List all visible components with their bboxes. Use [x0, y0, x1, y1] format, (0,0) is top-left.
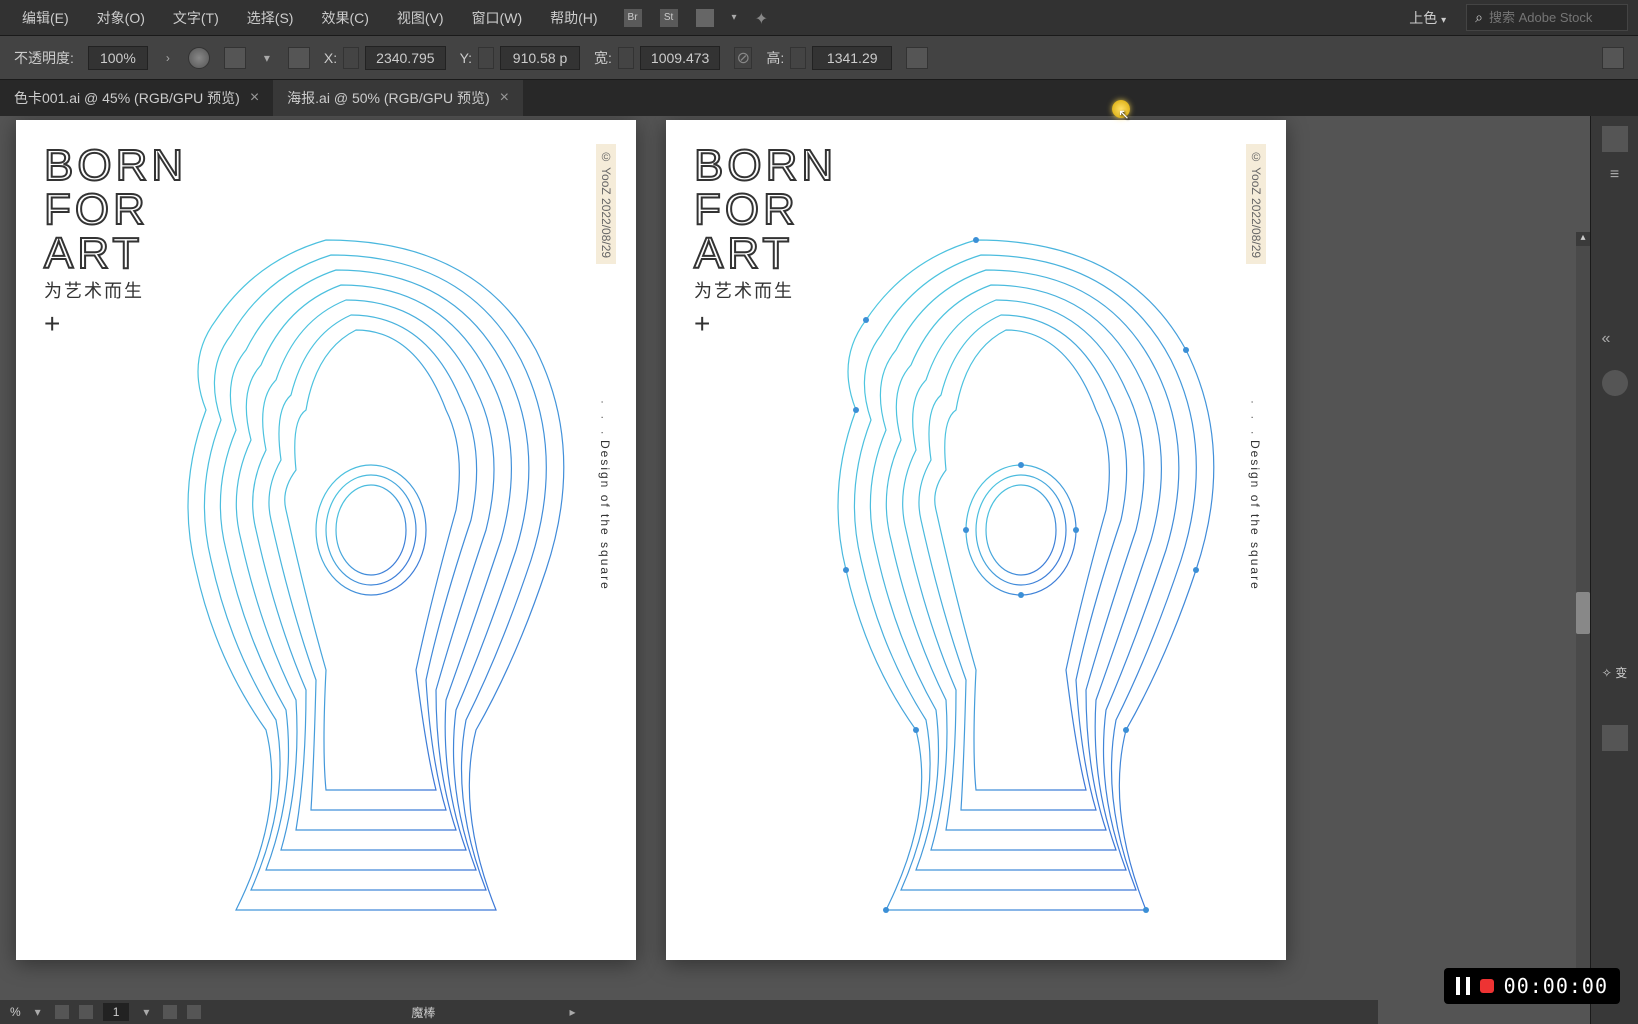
scale-corners-icon[interactable]	[906, 47, 928, 69]
status-bar: % ▾ 1 ▾ 魔棒 ▸	[0, 1000, 1378, 1024]
transform-panel-icon[interactable]: ✧ 变	[1602, 664, 1627, 681]
poster-line1: BORN	[44, 144, 187, 188]
y-value[interactable]: 910.58 p	[500, 46, 580, 70]
align-icon[interactable]	[288, 47, 310, 69]
h-value[interactable]: 1341.29	[812, 46, 892, 70]
x-field: X: 2340.795	[324, 46, 446, 70]
screen-recorder: 00:00:00	[1444, 968, 1620, 1004]
menu-app-icons: Br St ▾ ✦	[624, 9, 773, 27]
artboard-number[interactable]: 1	[103, 1003, 130, 1021]
panel-expand-icon[interactable]: «	[1602, 330, 1628, 356]
color-panel-icon[interactable]	[1602, 370, 1628, 396]
poster-line1: BORN	[694, 144, 837, 188]
more-options-icon[interactable]	[1602, 47, 1624, 69]
link-wh-icon[interactable]: ⊘	[734, 47, 752, 69]
chevron-down-icon: ▾	[1441, 15, 1446, 26]
last-artboard-icon[interactable]	[187, 1005, 201, 1019]
transform-icon[interactable]	[224, 47, 246, 69]
opacity-label: 不透明度:	[14, 48, 74, 68]
right-panel-dock: ≡ « ✧ 变	[1590, 116, 1638, 1024]
document-tabs: 色卡001.ai @ 45% (RGB/GPU 预览) × 海报.ai @ 50…	[0, 80, 1638, 116]
menu-select[interactable]: 选择(S)	[235, 4, 306, 32]
tab-document-1[interactable]: 色卡001.ai @ 45% (RGB/GPU 预览) ×	[0, 80, 273, 116]
h-label: 高:	[766, 48, 784, 68]
properties-panel-icon[interactable]	[1602, 126, 1628, 152]
h-stepper[interactable]	[790, 47, 806, 69]
current-tool-label: 魔棒	[411, 1004, 435, 1021]
gpu-icon[interactable]: ✦	[755, 9, 773, 27]
libraries-panel-icon[interactable]: ≡	[1602, 166, 1628, 192]
canvas-area[interactable]: BORN FOR ART 为艺术而生 + © YooZ 2022/08/29 ·…	[0, 116, 1590, 1024]
next-artboard-icon[interactable]	[163, 1005, 177, 1019]
prev-artboard-icon[interactable]	[79, 1005, 93, 1019]
w-stepper[interactable]	[618, 47, 634, 69]
w-field: 宽: 1009.473	[594, 46, 720, 70]
menu-window[interactable]: 窗口(W)	[460, 4, 535, 32]
record-icon[interactable]	[1480, 979, 1494, 993]
menu-bar: 编辑(E) 对象(O) 文字(T) 选择(S) 效果(C) 视图(V) 窗口(W…	[0, 0, 1638, 36]
stock-search[interactable]: ⌕	[1466, 4, 1628, 31]
zoom-percent[interactable]: %	[10, 1005, 21, 1019]
h-field: 高: 1341.29	[766, 46, 892, 70]
pause-icon[interactable]	[1456, 977, 1470, 995]
transform-chevron-icon[interactable]: ▾	[260, 51, 274, 65]
first-artboard-icon[interactable]	[55, 1005, 69, 1019]
cursor-icon: ↖	[1118, 106, 1130, 123]
menu-help[interactable]: 帮助(H)	[538, 4, 609, 32]
menu-text[interactable]: 文字(T)	[161, 4, 231, 32]
y-label: Y:	[460, 50, 472, 66]
tab-label: 色卡001.ai @ 45% (RGB/GPU 预览)	[14, 88, 240, 108]
menu-right-group: 上色 ▾ ⌕	[1409, 4, 1628, 31]
close-icon[interactable]: ×	[250, 89, 259, 107]
scroll-up-icon[interactable]: ▴	[1576, 232, 1590, 246]
opacity-chevron-icon[interactable]: ›	[162, 51, 174, 65]
artboard-2[interactable]: BORN FOR ART 为艺术而生 + © YooZ 2022/08/29 ·…	[666, 120, 1286, 960]
scroll-thumb[interactable]	[1576, 592, 1590, 634]
tool-play-icon[interactable]: ▸	[565, 1005, 579, 1019]
blend-artwork-2	[766, 210, 1256, 930]
menu-edit[interactable]: 编辑(E)	[10, 4, 81, 32]
x-value[interactable]: 2340.795	[365, 46, 445, 70]
tab-label: 海报.ai @ 50% (RGB/GPU 预览)	[287, 88, 489, 108]
artboard-1[interactable]: BORN FOR ART 为艺术而生 + © YooZ 2022/08/29 ·…	[16, 120, 636, 960]
stock-icon[interactable]: St	[660, 9, 678, 27]
recolor-icon[interactable]	[188, 47, 210, 69]
chevron-down-icon[interactable]: ▾	[732, 12, 737, 23]
w-label: 宽:	[594, 48, 612, 68]
pathfinder-panel-icon[interactable]	[1602, 725, 1628, 751]
x-label: X:	[324, 50, 337, 66]
bridge-icon[interactable]: Br	[624, 9, 642, 27]
recorder-time: 00:00:00	[1504, 974, 1608, 998]
menu-effect[interactable]: 效果(C)	[309, 4, 380, 32]
vertical-scrollbar[interactable]: ▴ ▾	[1576, 232, 1590, 996]
x-stepper[interactable]	[343, 47, 359, 69]
y-stepper[interactable]	[478, 47, 494, 69]
w-value[interactable]: 1009.473	[640, 46, 720, 70]
search-icon: ⌕	[1475, 9, 1483, 26]
workspace-label[interactable]: 上色 ▾	[1409, 8, 1446, 28]
workspace: BORN FOR ART 为艺术而生 + © YooZ 2022/08/29 ·…	[0, 116, 1638, 1024]
blend-artwork-1	[116, 210, 606, 930]
y-field: Y: 910.58 p	[460, 46, 580, 70]
stock-search-input[interactable]	[1489, 10, 1619, 25]
menu-object[interactable]: 对象(O)	[85, 4, 157, 32]
control-bar: 不透明度: 100% › ▾ X: 2340.795 Y: 910.58 p 宽…	[0, 36, 1638, 80]
close-icon[interactable]: ×	[500, 89, 509, 107]
menu-view[interactable]: 视图(V)	[385, 4, 456, 32]
arrange-icon[interactable]	[696, 9, 714, 27]
opacity-value[interactable]: 100%	[88, 46, 148, 70]
zoom-chevron-icon[interactable]: ▾	[31, 1005, 45, 1019]
artboard-chevron-icon[interactable]: ▾	[139, 1005, 153, 1019]
tab-document-2[interactable]: 海报.ai @ 50% (RGB/GPU 预览) ×	[273, 80, 523, 116]
